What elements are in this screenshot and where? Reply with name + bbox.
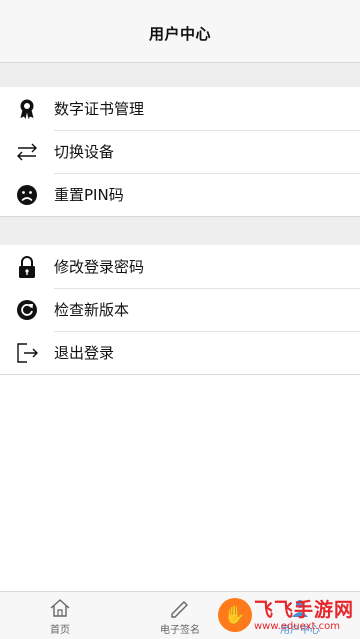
menu-item-label: 检查新版本 — [54, 288, 360, 332]
tab-label: 首页 — [50, 625, 70, 636]
divider — [0, 374, 360, 375]
tab-e-signature[interactable]: 电子签名 — [120, 592, 240, 639]
menu-item-label: 切换设备 — [54, 130, 360, 174]
menu-item-switch-device[interactable]: 切换设备 — [0, 130, 360, 174]
lock-icon — [0, 245, 54, 288]
section-spacer — [0, 63, 360, 87]
section-spacer — [0, 217, 360, 245]
settings-group-1: 数字证书管理 切换设备 重置PIN码 — [0, 87, 360, 216]
menu-item-logout[interactable]: 退出登录 — [0, 331, 360, 374]
page-title: 用户中心 — [148, 24, 211, 43]
user-center-icon — [289, 596, 311, 620]
menu-item-reset-pin[interactable]: 重置PIN码 — [0, 173, 360, 216]
tab-user-center[interactable]: 用户中心 — [240, 592, 360, 639]
refresh-icon — [0, 288, 54, 331]
home-icon — [49, 596, 71, 620]
tab-bar: 首页 电子签名 用户中心 — [0, 591, 360, 639]
nav-bar: 用户中心 — [0, 0, 360, 63]
tab-label: 用户中心 — [280, 625, 320, 636]
certificate-ribbon-icon — [0, 87, 54, 130]
swap-arrows-icon — [0, 130, 54, 173]
menu-item-label: 数字证书管理 — [54, 87, 360, 131]
tab-home[interactable]: 首页 — [0, 592, 120, 639]
settings-group-2: 修改登录密码 检查新版本 退出登录 — [0, 245, 360, 374]
tab-label: 电子签名 — [160, 625, 200, 636]
signature-icon — [169, 596, 191, 620]
menu-item-check-update[interactable]: 检查新版本 — [0, 288, 360, 332]
sad-face-icon — [0, 173, 54, 216]
menu-item-change-password[interactable]: 修改登录密码 — [0, 245, 360, 289]
menu-item-certificate-management[interactable]: 数字证书管理 — [0, 87, 360, 131]
logout-icon — [0, 331, 54, 374]
menu-item-label: 重置PIN码 — [54, 186, 124, 204]
menu-item-label: 修改登录密码 — [54, 245, 360, 289]
menu-item-label: 退出登录 — [54, 344, 115, 362]
